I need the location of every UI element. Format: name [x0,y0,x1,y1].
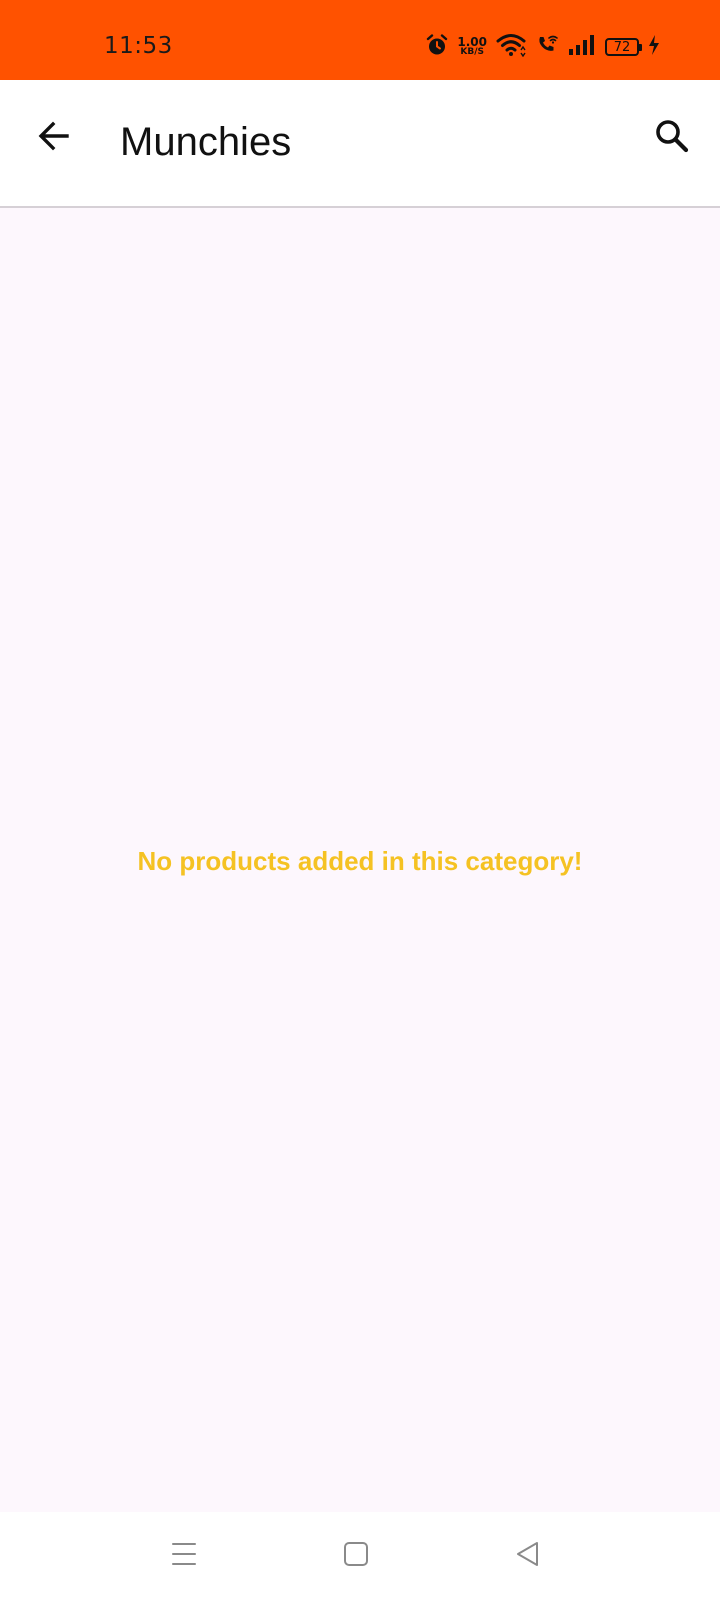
empty-state-message: No products added in this category! [137,846,583,876]
product-list-area: No products added in this category! [0,208,720,1512]
search-button[interactable] [644,110,700,166]
menu-icon [170,1540,198,1573]
status-bar: 11:53 1.00 KB/S 72 [0,0,720,80]
charging-icon [648,34,660,61]
back-button[interactable] [26,110,82,166]
status-time: 11:53 [104,33,173,59]
arrow-left-icon [37,119,71,158]
battery-level: 72 [613,39,631,55]
home-button[interactable] [334,1534,378,1578]
network-speed-value: 1.00 [457,35,487,49]
page-title: Munchies [120,120,292,164]
search-icon [654,118,690,159]
network-speed: 1.00 KB/S [457,35,487,57]
square-icon [342,1540,370,1573]
status-icons: 1.00 KB/S 72 [426,32,660,62]
triangle-back-icon [514,1540,542,1573]
signal-icon [568,34,596,61]
recent-apps-button[interactable] [162,1534,206,1578]
wifi-icon [496,33,526,62]
system-nav-bar [0,1512,720,1600]
system-back-button[interactable] [506,1534,550,1578]
alarm-icon [426,33,448,61]
wifi-calling-icon [535,33,559,62]
app-bar: Munchies [0,80,720,208]
network-speed-unit: KB/S [460,47,484,57]
battery-icon: 72 [605,38,642,56]
